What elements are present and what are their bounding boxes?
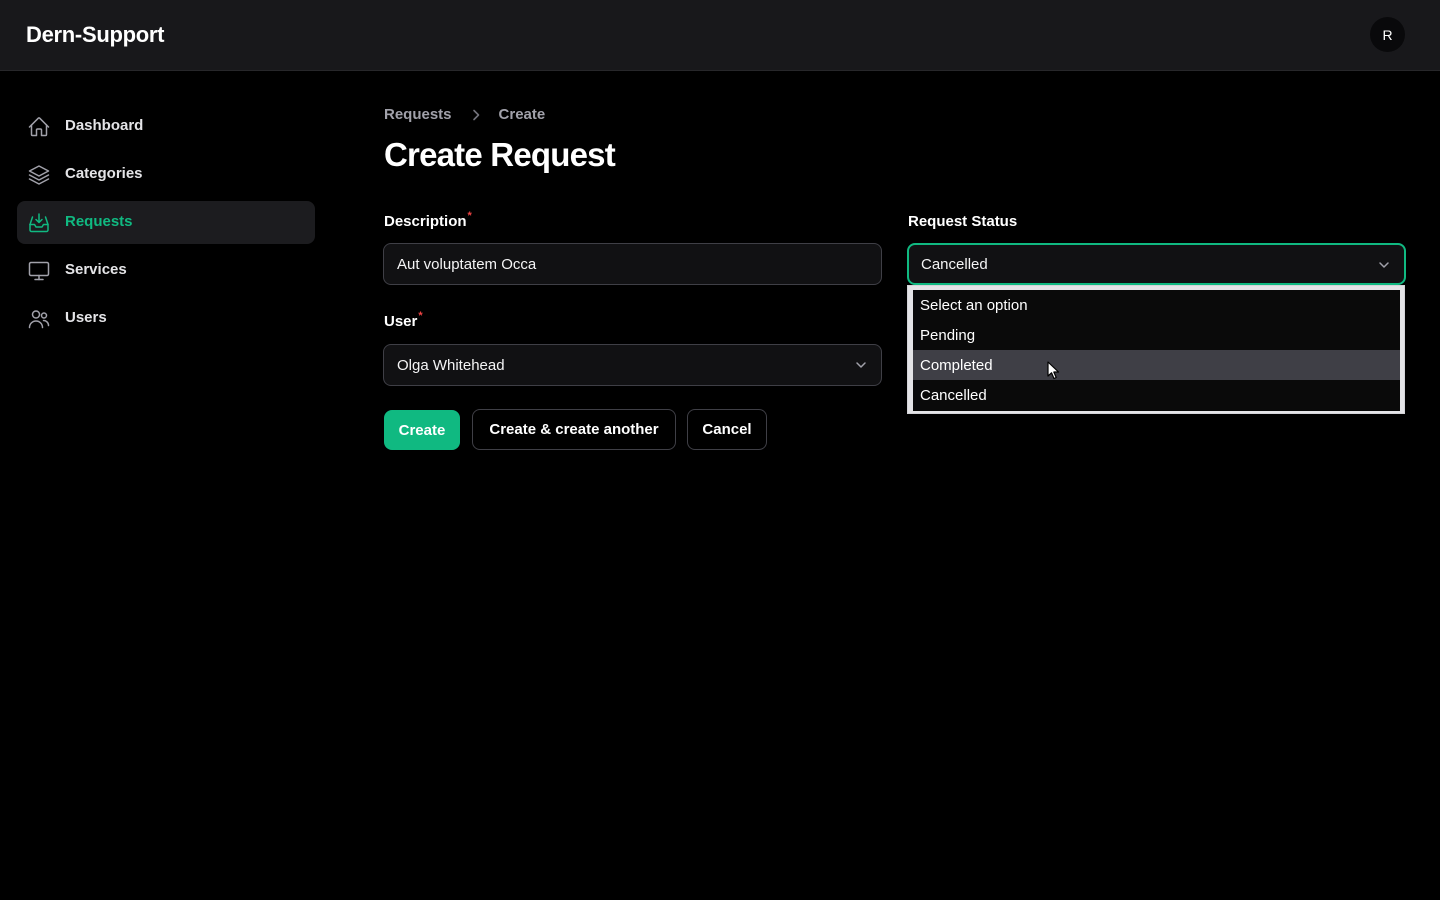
- page-title: Create Request: [384, 136, 616, 173]
- chevron-right-icon: [468, 107, 484, 123]
- required-mark: *: [418, 310, 423, 322]
- request-status-dropdown: Select an option Pending Completed Cance…: [907, 285, 1405, 414]
- required-mark: *: [467, 210, 472, 222]
- create-button[interactable]: Create: [384, 410, 460, 450]
- sidebar-item-label: Services: [65, 261, 127, 278]
- request-status-select[interactable]: Cancelled: [907, 243, 1406, 285]
- sidebar-item-categories[interactable]: Categories: [17, 153, 315, 196]
- inbox-download-icon: [27, 211, 51, 235]
- chevron-down-icon: [856, 362, 866, 368]
- description-input[interactable]: Aut voluptatem Occa: [383, 243, 882, 285]
- chevron-down-icon: [1379, 262, 1389, 268]
- description-label-text: Description: [384, 213, 467, 230]
- top-bar: Dern-Support R: [0, 0, 1440, 71]
- request-status-value: Cancelled: [921, 255, 988, 273]
- dropdown-list: Select an option Pending Completed Cance…: [913, 290, 1400, 411]
- user-select-value: Olga Whitehead: [397, 356, 505, 374]
- sidebar-item-label: Users: [65, 309, 107, 326]
- sidebar-item-services[interactable]: Services: [17, 249, 315, 292]
- user-avatar[interactable]: R: [1370, 17, 1405, 52]
- cancel-button[interactable]: Cancel: [687, 409, 767, 450]
- monitor-icon: [27, 259, 51, 283]
- users-icon: [27, 307, 51, 331]
- breadcrumb-current: Create: [498, 106, 546, 123]
- mouse-cursor-icon: [1047, 361, 1060, 380]
- dropdown-option-select-an-option[interactable]: Select an option: [913, 290, 1400, 320]
- home-icon: [27, 115, 51, 139]
- sidebar-item-requests[interactable]: Requests: [17, 201, 315, 244]
- create-another-button[interactable]: Create & create another: [472, 409, 676, 450]
- description-value: Aut voluptatem Occa: [397, 255, 537, 273]
- breadcrumb-link-requests[interactable]: Requests: [384, 106, 452, 123]
- sidebar-item-label: Dashboard: [65, 117, 144, 134]
- request-status-label: Request Status: [908, 213, 1018, 230]
- breadcrumb: Requests Create: [384, 106, 545, 123]
- sidebar-item-dashboard[interactable]: Dashboard: [17, 105, 315, 148]
- sidebar: Dashboard Categories Requests Services U…: [0, 71, 330, 900]
- layers-icon: [27, 163, 51, 187]
- dropdown-option-pending[interactable]: Pending: [913, 320, 1400, 350]
- sidebar-item-label: Requests: [65, 213, 133, 230]
- description-label: Description*: [384, 210, 472, 230]
- user-select[interactable]: Olga Whitehead: [383, 344, 882, 386]
- sidebar-item-users[interactable]: Users: [17, 297, 315, 340]
- dropdown-option-completed[interactable]: Completed: [913, 350, 1400, 380]
- dropdown-option-cancelled[interactable]: Cancelled: [913, 380, 1400, 410]
- brand-logo[interactable]: Dern-Support: [26, 22, 164, 48]
- sidebar-item-label: Categories: [65, 165, 143, 182]
- user-label-text: User: [384, 313, 418, 330]
- user-label: User*: [384, 310, 423, 330]
